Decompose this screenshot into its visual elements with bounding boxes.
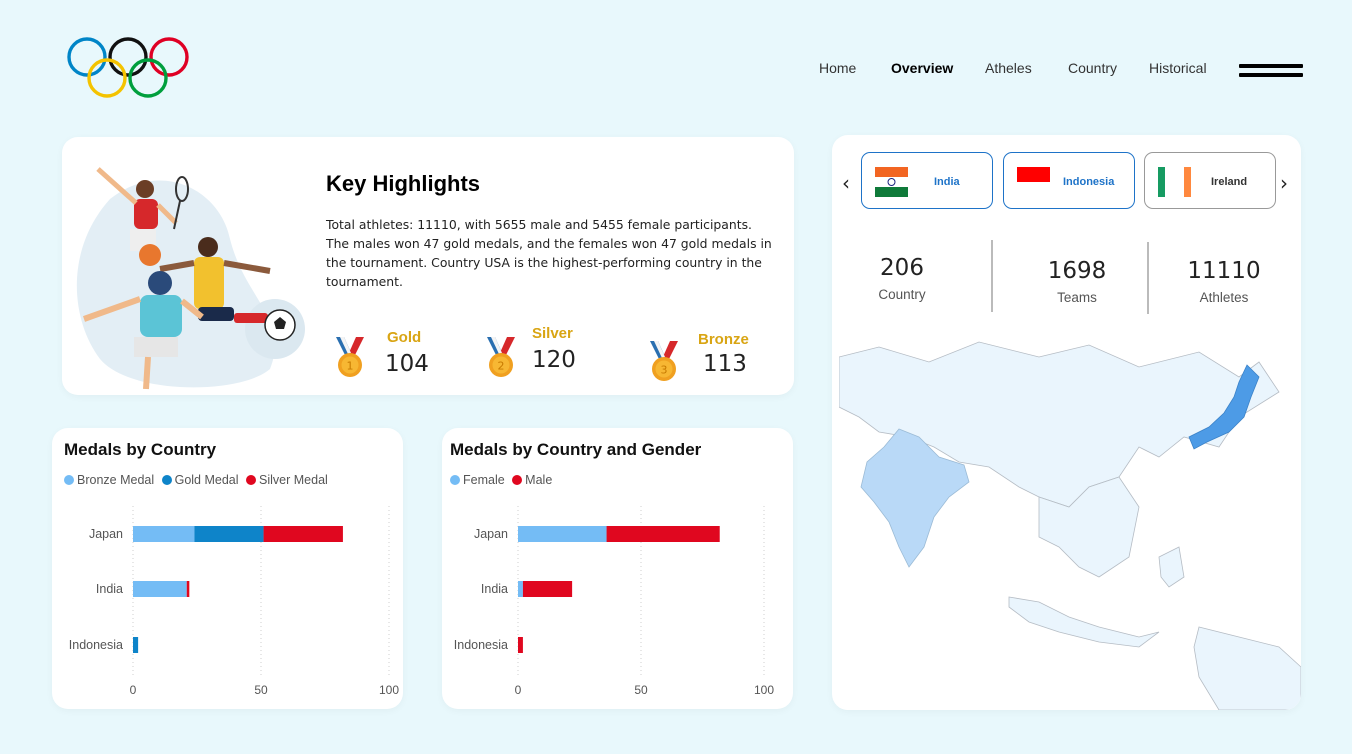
country-button-india[interactable]: India [861, 152, 993, 209]
stat-teams: 1698 Teams [1007, 258, 1147, 305]
gold-label: Gold [387, 329, 422, 346]
svg-text:2: 2 [498, 360, 505, 373]
y-category-label: Japan [474, 527, 508, 541]
country-panel: ‹ › India Indonesia Ireland 206 Country … [832, 135, 1301, 710]
stat-country: 206 Country [832, 255, 972, 302]
indonesia-flag-icon [1017, 167, 1050, 197]
stat-value: 206 [880, 255, 924, 281]
stat-value: 11110 [1187, 258, 1261, 284]
top-nav: Home Overview Atheles Country Historical [0, 60, 1352, 80]
silver-value: 120 [532, 347, 576, 373]
hamburger-menu-icon[interactable] [1239, 64, 1303, 82]
nav-historical[interactable]: Historical [1149, 60, 1207, 76]
key-highlights-card: Key Highlights Total athletes: 11110, wi… [62, 137, 794, 395]
stat-label: Athletes [1199, 290, 1249, 305]
stat-label: Teams [1057, 290, 1097, 305]
chevron-right-icon[interactable]: › [1280, 171, 1288, 195]
divider [991, 240, 993, 312]
silver-medal-icon: 2 [487, 337, 515, 377]
india-flag-icon [875, 167, 908, 197]
bar-segment[interactable] [518, 581, 523, 597]
y-category-label: Indonesia [454, 638, 508, 652]
stat-athletes: 11110 Athletes [1154, 258, 1294, 305]
gold-value: 104 [385, 351, 429, 377]
country-name: India [934, 176, 960, 188]
bar-segment[interactable] [518, 637, 523, 653]
silver-label: Silver [532, 325, 573, 342]
x-tick-label: 100 [754, 683, 774, 697]
y-category-label: Indonesia [69, 638, 123, 652]
country-name: Ireland [1211, 176, 1248, 188]
x-tick-label: 0 [130, 683, 137, 697]
key-highlights-title: Key Highlights [326, 171, 481, 196]
country-button-ireland[interactable]: Ireland [1144, 152, 1276, 209]
svg-text:3: 3 [661, 364, 668, 377]
y-category-label: India [96, 582, 123, 596]
bronze-label: Bronze [698, 331, 749, 348]
medals-by-country-chart: 0 50 100 Japan India Indonesia [69, 506, 399, 697]
key-highlights-summary: Total athletes: 11110, with 5655 male an… [326, 217, 772, 289]
bar-segment[interactable] [263, 526, 343, 542]
nav-home[interactable]: Home [819, 60, 856, 76]
athletes-illustration [76, 167, 305, 390]
bar-segment[interactable] [194, 526, 264, 542]
x-tick-label: 50 [634, 683, 648, 697]
country-map[interactable] [839, 337, 1301, 710]
bar-segment[interactable] [522, 581, 573, 597]
x-tick-label: 0 [515, 683, 522, 697]
stat-value: 1698 [1047, 258, 1107, 284]
bar-segment[interactable] [133, 581, 187, 597]
country-button-indonesia[interactable]: Indonesia [1003, 152, 1135, 209]
chevron-left-icon[interactable]: ‹ [842, 171, 850, 195]
y-category-label: India [481, 582, 508, 596]
svg-text:1: 1 [347, 360, 354, 373]
bar-segment[interactable] [606, 526, 720, 542]
x-tick-label: 100 [379, 683, 399, 697]
stat-label: Country [878, 287, 926, 302]
medals-by-country-gender-card: Medals by Country and Gender Female Male… [442, 428, 793, 709]
medals-by-country-gender-chart: 0 50 100 Japan India Indonesia [454, 506, 774, 697]
nav-overview[interactable]: Overview [891, 60, 953, 76]
x-tick-label: 50 [254, 683, 268, 697]
nav-country[interactable]: Country [1068, 60, 1117, 76]
bar-segment[interactable] [186, 581, 190, 597]
nav-atheles[interactable]: Atheles [985, 60, 1032, 76]
ireland-flag-icon [1158, 167, 1191, 197]
divider [1147, 242, 1149, 314]
bronze-value: 113 [703, 351, 747, 377]
bronze-medal-icon: 3 [650, 341, 678, 381]
y-category-label: Japan [89, 527, 123, 541]
medals-by-country-card: Medals by Country Bronze Medal Gold Meda… [52, 428, 403, 709]
country-name: Indonesia [1063, 176, 1115, 188]
bar-segment[interactable] [133, 526, 195, 542]
gold-medal-icon: 1 [336, 337, 364, 377]
bar-segment[interactable] [518, 526, 607, 542]
bar-segment[interactable] [133, 637, 139, 653]
